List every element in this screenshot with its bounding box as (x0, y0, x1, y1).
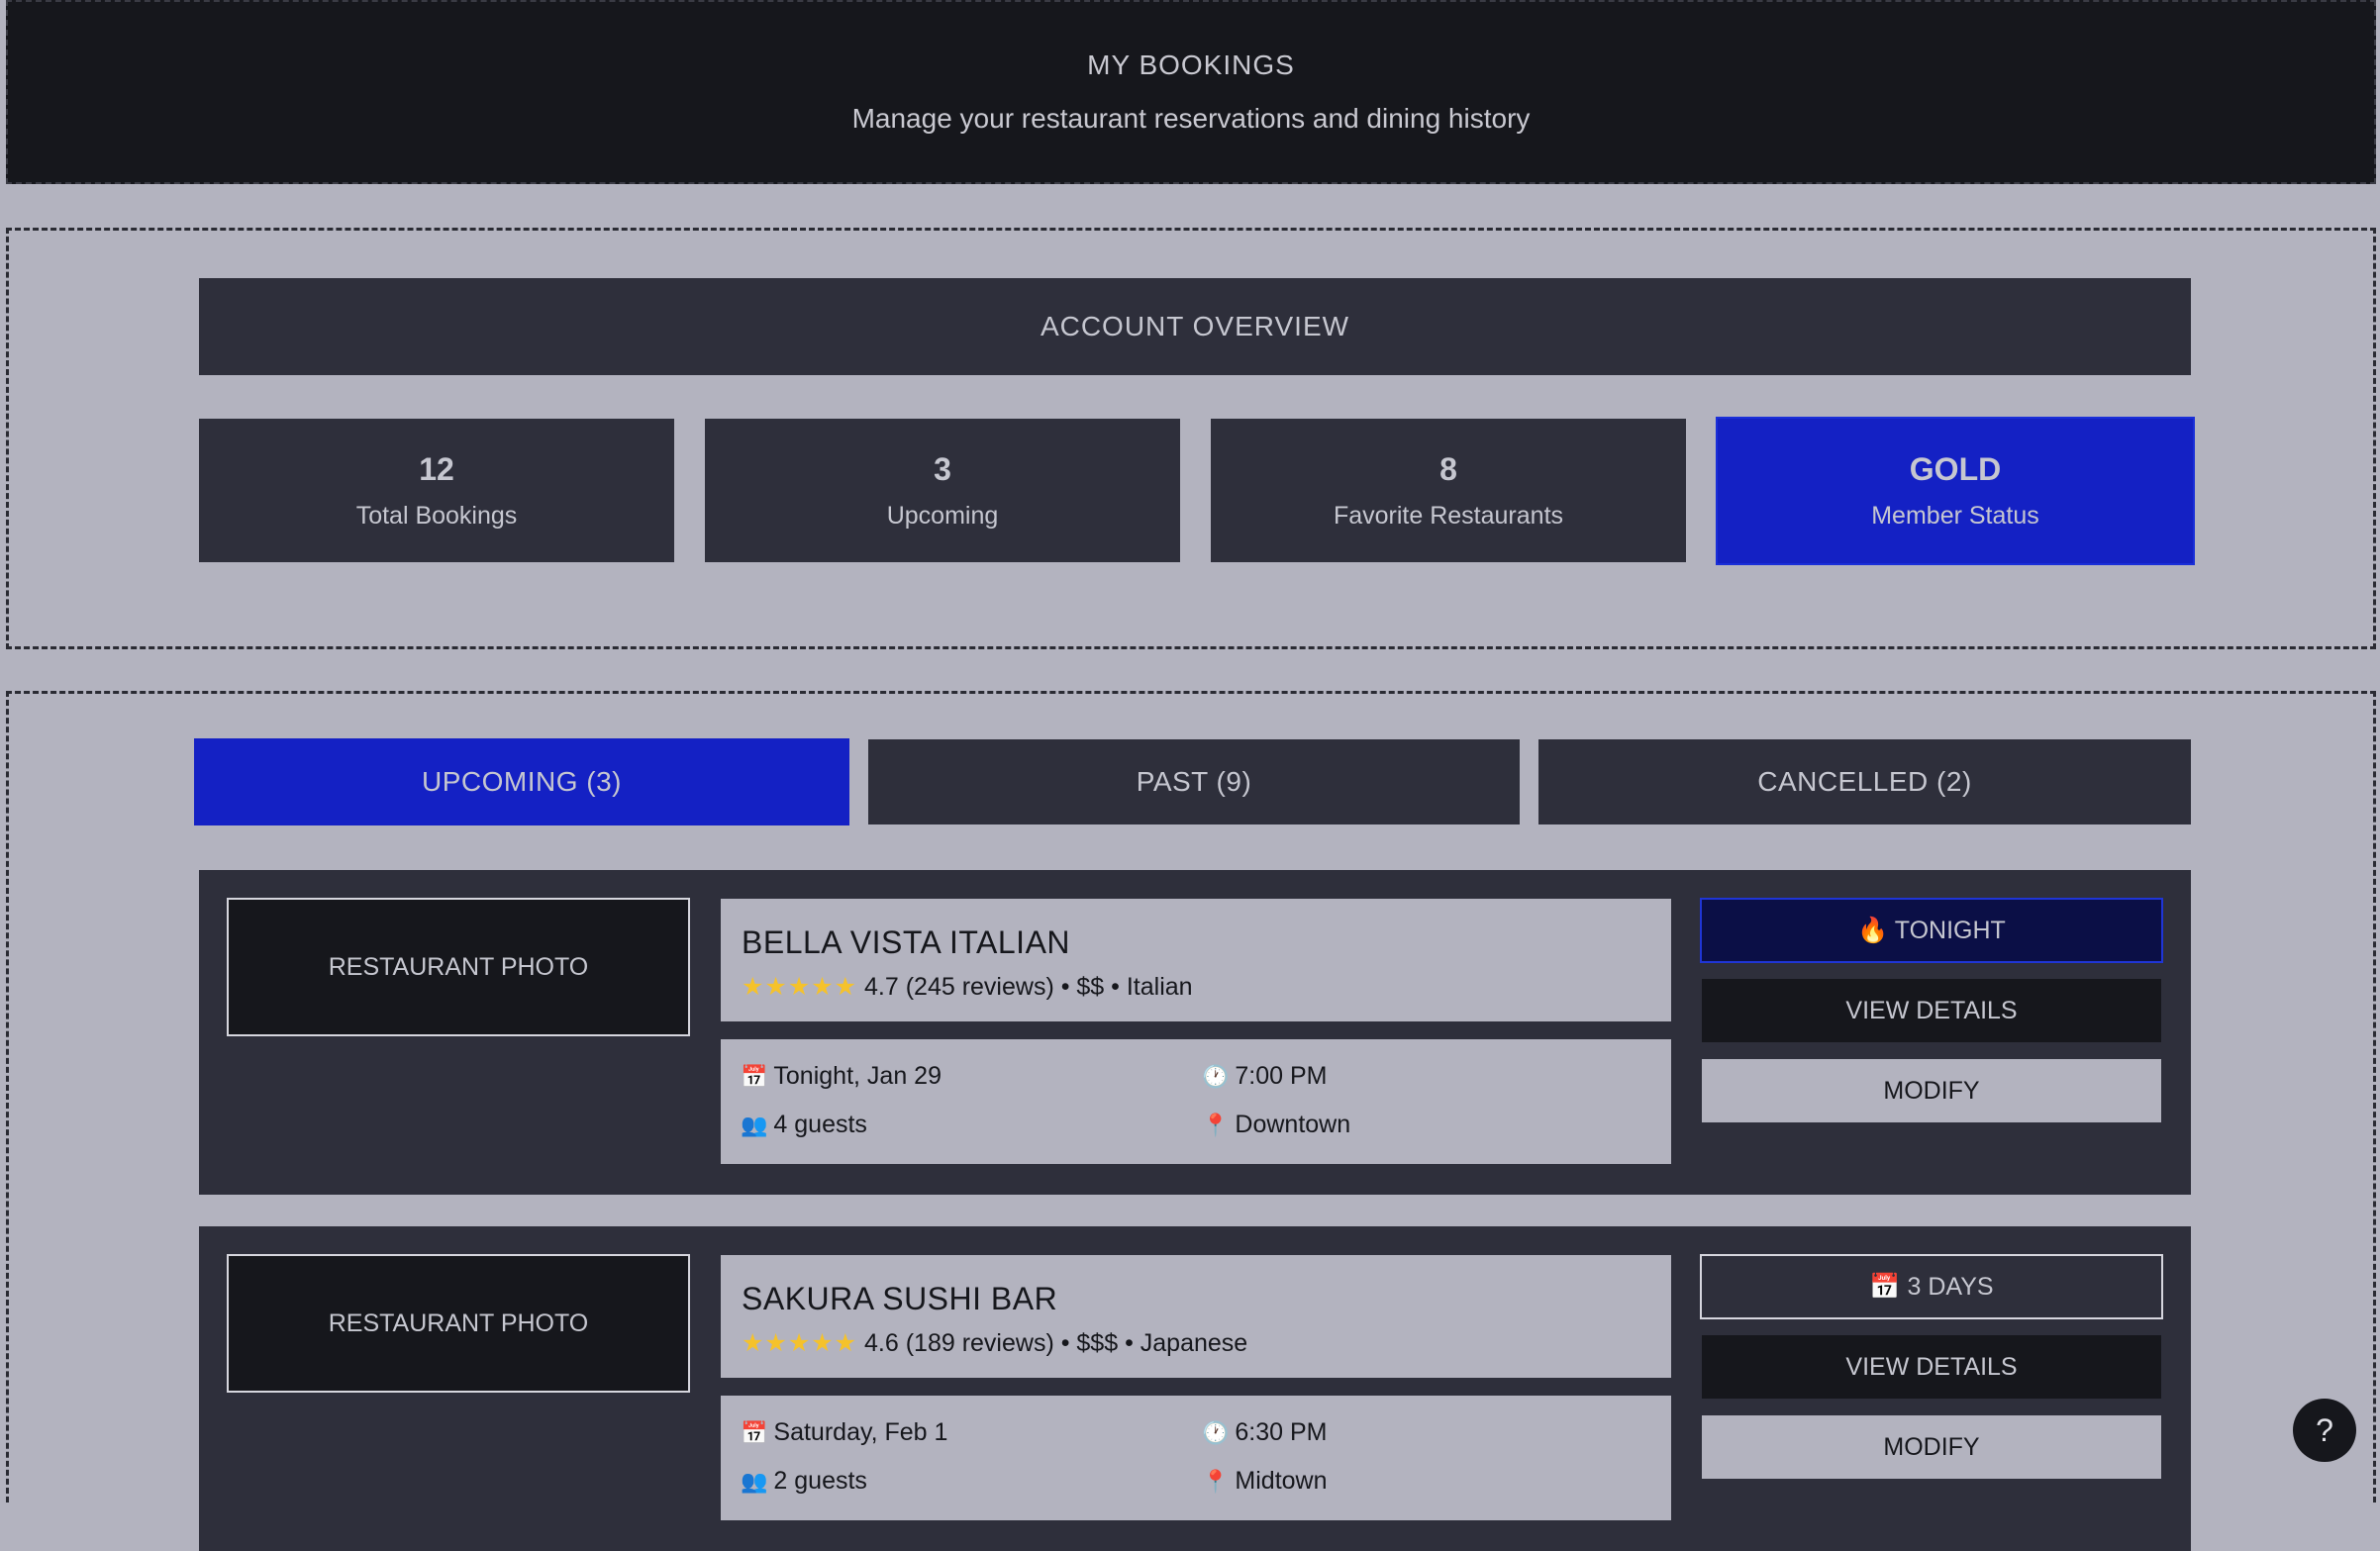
tab-past[interactable]: PAST (9) (868, 739, 1520, 824)
time-text: 7:00 PM (1235, 1062, 1328, 1090)
account-overview-section: ACCOUNT OVERVIEW 12 Total Bookings 3 Upc… (6, 228, 2376, 649)
guests-icon: 👥 (741, 1113, 768, 1137)
restaurant-photo: RESTAURANT PHOTO (227, 898, 690, 1036)
rating-details: 4.7 (245 reviews) • $$ • Italian (864, 973, 1193, 1001)
view-details-button[interactable]: VIEW DETAILS (1702, 979, 2161, 1042)
bookings-section: UPCOMING (3) PAST (9) CANCELLED (2) REST… (6, 691, 2376, 1551)
restaurant-name: BELLA VISTA ITALIAN (742, 924, 1071, 960)
help-button[interactable]: ? (2293, 1399, 2356, 1462)
stat-value: 8 (1439, 450, 1457, 487)
stat-label: Member Status (1871, 502, 2039, 530)
booking-date: 📅 Tonight, Jan 29 (741, 1062, 942, 1091)
calendar-icon: 📅 (741, 1420, 768, 1445)
booking-card: RESTAURANT PHOTO SAKURA SUSHI BAR ★★★★★ … (199, 1226, 2191, 1551)
restaurant-meta: ★★★★★ 4.7 (245 reviews) • $$ • Italian (742, 972, 1193, 1002)
status-badge: 📅 3 DAYS (1700, 1254, 2163, 1319)
stat-value: GOLD (1909, 451, 2002, 487)
stat-value: 12 (419, 450, 454, 487)
guests-text: 4 guests (773, 1111, 867, 1138)
restaurant-meta: ★★★★★ 4.6 (189 reviews) • $$$ • Japanese (742, 1328, 1247, 1358)
booking-date: 📅 Saturday, Feb 1 (741, 1418, 947, 1447)
restaurant-name: SAKURA SUSHI BAR (742, 1281, 1058, 1316)
tab-upcoming[interactable]: UPCOMING (3) (194, 738, 849, 825)
pin-icon: 📍 (1202, 1113, 1230, 1137)
location-text: Midtown (1235, 1467, 1328, 1495)
booking-details: 📅 Saturday, Feb 1 🕐 6:30 PM 👥 2 guests 📍 Mid… (721, 1396, 1671, 1520)
page-subtitle: Manage your restaurant reservations and … (851, 103, 1531, 134)
calendar-icon: 📅 (741, 1064, 768, 1089)
restaurant-info: BELLA VISTA ITALIAN ★★★★★ 4.7 (245 revie… (721, 899, 1671, 1021)
page-title: MY BOOKINGS (1087, 49, 1295, 80)
account-overview-title: ACCOUNT OVERVIEW (199, 278, 2191, 375)
rating-details: 4.6 (189 reviews) • $$$ • Japanese (864, 1329, 1248, 1357)
location-text: Downtown (1235, 1111, 1351, 1138)
page-header: MY BOOKINGS Manage your restaurant reser… (6, 0, 2376, 184)
booking-time: 🕐 6:30 PM (1202, 1418, 1328, 1447)
booking-location: 📍 Midtown (1202, 1467, 1328, 1496)
stat-value: 3 (934, 450, 951, 487)
stat-label: Total Bookings (355, 501, 518, 530)
stat-total-bookings: 12 Total Bookings (199, 419, 674, 562)
booking-time: 🕐 7:00 PM (1202, 1062, 1328, 1091)
date-text: Tonight, Jan 29 (773, 1062, 942, 1090)
stat-favorite-restaurants: 8 Favorite Restaurants (1211, 419, 1686, 562)
modify-button[interactable]: MODIFY (1702, 1059, 2161, 1122)
guests-text: 2 guests (773, 1467, 867, 1495)
stat-upcoming: 3 Upcoming (705, 419, 1180, 562)
stat-label: Upcoming (886, 501, 999, 530)
date-text: Saturday, Feb 1 (773, 1418, 948, 1446)
pin-icon: 📍 (1202, 1469, 1230, 1494)
tab-cancelled[interactable]: CANCELLED (2) (1538, 739, 2191, 824)
restaurant-photo: RESTAURANT PHOTO (227, 1254, 690, 1393)
modify-button[interactable]: MODIFY (1702, 1415, 2161, 1479)
stat-member-status: GOLD Member Status (1716, 417, 2195, 565)
guests-icon: 👥 (741, 1469, 768, 1494)
clock-icon: 🕐 (1202, 1064, 1230, 1089)
booking-location: 📍 Downtown (1202, 1111, 1350, 1139)
status-badge: 🔥 TONIGHT (1700, 898, 2163, 963)
clock-icon: 🕐 (1202, 1420, 1230, 1445)
star-rating-icon: ★★★★★ (742, 1329, 858, 1357)
booking-guests: 👥 4 guests (741, 1111, 867, 1139)
restaurant-info: SAKURA SUSHI BAR ★★★★★ 4.6 (189 reviews)… (721, 1255, 1671, 1378)
star-rating-icon: ★★★★★ (742, 973, 858, 1001)
booking-details: 📅 Tonight, Jan 29 🕐 7:00 PM 👥 4 guests 📍 Dow… (721, 1039, 1671, 1164)
booking-guests: 👥 2 guests (741, 1467, 867, 1496)
time-text: 6:30 PM (1235, 1418, 1328, 1446)
stat-label: Favorite Restaurants (1333, 501, 1564, 530)
booking-card: RESTAURANT PHOTO BELLA VISTA ITALIAN ★★★… (199, 870, 2191, 1195)
view-details-button[interactable]: VIEW DETAILS (1702, 1335, 2161, 1399)
